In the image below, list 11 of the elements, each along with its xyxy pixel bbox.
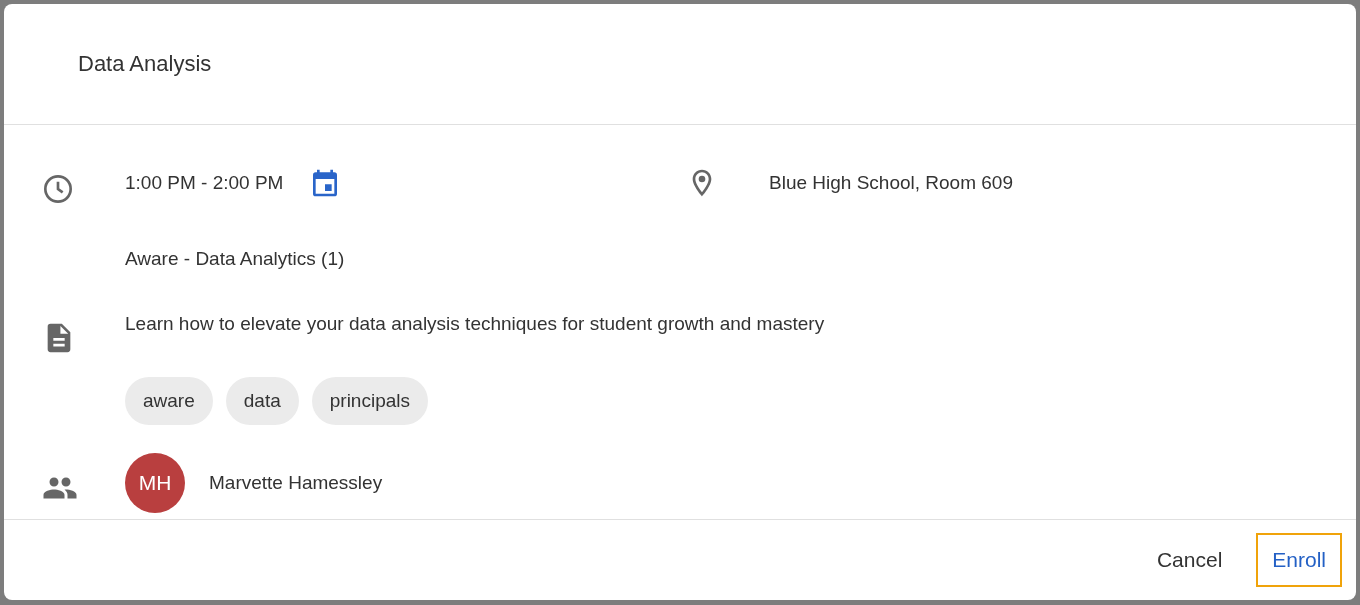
person-name: Marvette Hamessley bbox=[209, 471, 383, 494]
course-text: Aware - Data Analytics (1) bbox=[125, 248, 345, 271]
avatar: MH bbox=[125, 452, 185, 513]
tag-chip: aware bbox=[125, 376, 213, 425]
tag-chip: principals bbox=[311, 376, 428, 425]
dialog-title: Data Analysis bbox=[78, 51, 212, 77]
location-text: Blue High School, Room 609 bbox=[769, 172, 1013, 194]
description-text: Learn how to elevate your data analysis techniques for student growth and mastery bbox=[125, 313, 825, 336]
enroll-button[interactable]: Enroll bbox=[1256, 533, 1342, 587]
time-text: 1:00 PM - 2:00 PM bbox=[125, 172, 284, 194]
tag-chip: data bbox=[225, 376, 299, 425]
